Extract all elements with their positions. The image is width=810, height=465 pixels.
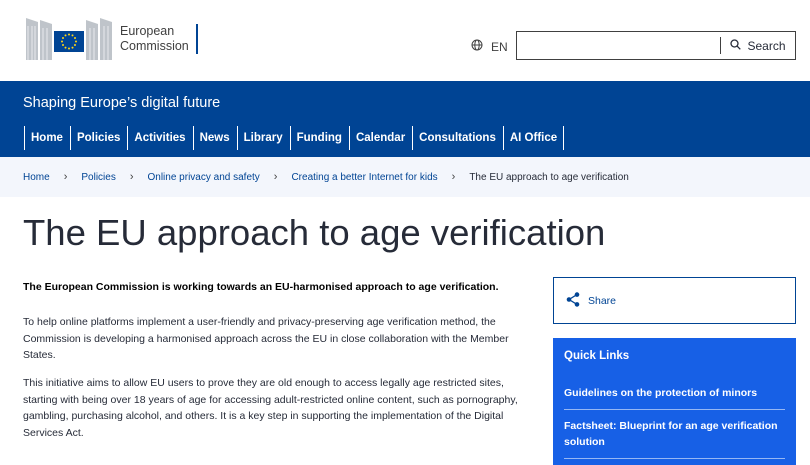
language-code: EN (491, 39, 508, 54)
site-banner: Shaping Europe’s digital future Home Pol… (0, 81, 810, 157)
chevron-right-icon: › (63, 171, 68, 183)
quick-links-title: Quick Links (564, 350, 630, 362)
ec-logo-mark (24, 16, 114, 62)
main-navigation: Home Policies Activities News Library Fu… (24, 126, 565, 150)
chevron-right-icon: › (129, 171, 134, 183)
breadcrumb-policies[interactable]: Policies (81, 172, 115, 183)
nav-item-library[interactable]: Library (236, 126, 290, 150)
site-header: European Commission EN Search (0, 0, 810, 81)
nav-item-ai-office[interactable]: AI Office (502, 126, 565, 150)
breadcrumb-current: The EU approach to age verification (469, 171, 629, 183)
nav-item-calendar[interactable]: Calendar (348, 126, 412, 150)
logo-line-european: European (120, 24, 175, 38)
search-button-label: Search (747, 38, 786, 53)
share-label: Share (588, 294, 617, 307)
quick-link-factsheet-blueprint[interactable]: Factsheet: Blueprint for an age verifica… (564, 418, 785, 459)
page-title: The EU approach to age verification (23, 212, 606, 253)
breadcrumb-online-privacy[interactable]: Online privacy and safety (148, 172, 260, 183)
breadcrumb-better-internet-kids[interactable]: Creating a better Internet for kids (291, 172, 437, 183)
logo-wordmark: European Commission (120, 24, 198, 54)
quick-links-panel: Quick Links Guidelines on the protection… (553, 338, 796, 465)
language-selector[interactable]: EN (471, 39, 508, 54)
lead-paragraph: The European Commission is working towar… (23, 281, 499, 293)
nav-item-home[interactable]: Home (24, 126, 70, 150)
nav-item-activities[interactable]: Activities (127, 126, 192, 150)
search-button[interactable]: Search (720, 37, 795, 54)
chevron-right-icon: › (451, 171, 456, 183)
search-icon (730, 38, 742, 53)
nav-item-funding[interactable]: Funding (289, 126, 349, 150)
breadcrumb: Home › Policies › Online privacy and saf… (0, 157, 810, 197)
nav-item-policies[interactable]: Policies (69, 126, 127, 150)
site-name[interactable]: Shaping Europe’s digital future (23, 95, 220, 111)
breadcrumb-home[interactable]: Home (23, 172, 50, 183)
globe-icon (471, 39, 483, 54)
nav-item-consultations[interactable]: Consultations (412, 126, 503, 150)
body-paragraph-2: This initiative aims to allow EU users t… (23, 377, 518, 439)
body-paragraph-1: To help online platforms implement a use… (23, 316, 509, 361)
quick-link-guidelines-minors[interactable]: Guidelines on the protection of minors (564, 385, 785, 410)
logo-line-commission: Commission (120, 39, 189, 53)
share-icon (566, 291, 580, 310)
chevron-right-icon: › (273, 171, 278, 183)
share-button[interactable]: Share (553, 277, 796, 324)
nav-item-news[interactable]: News (192, 126, 237, 150)
european-commission-logo[interactable]: European Commission (24, 16, 198, 62)
search-form: Search (516, 31, 796, 60)
search-input[interactable] (517, 32, 720, 59)
